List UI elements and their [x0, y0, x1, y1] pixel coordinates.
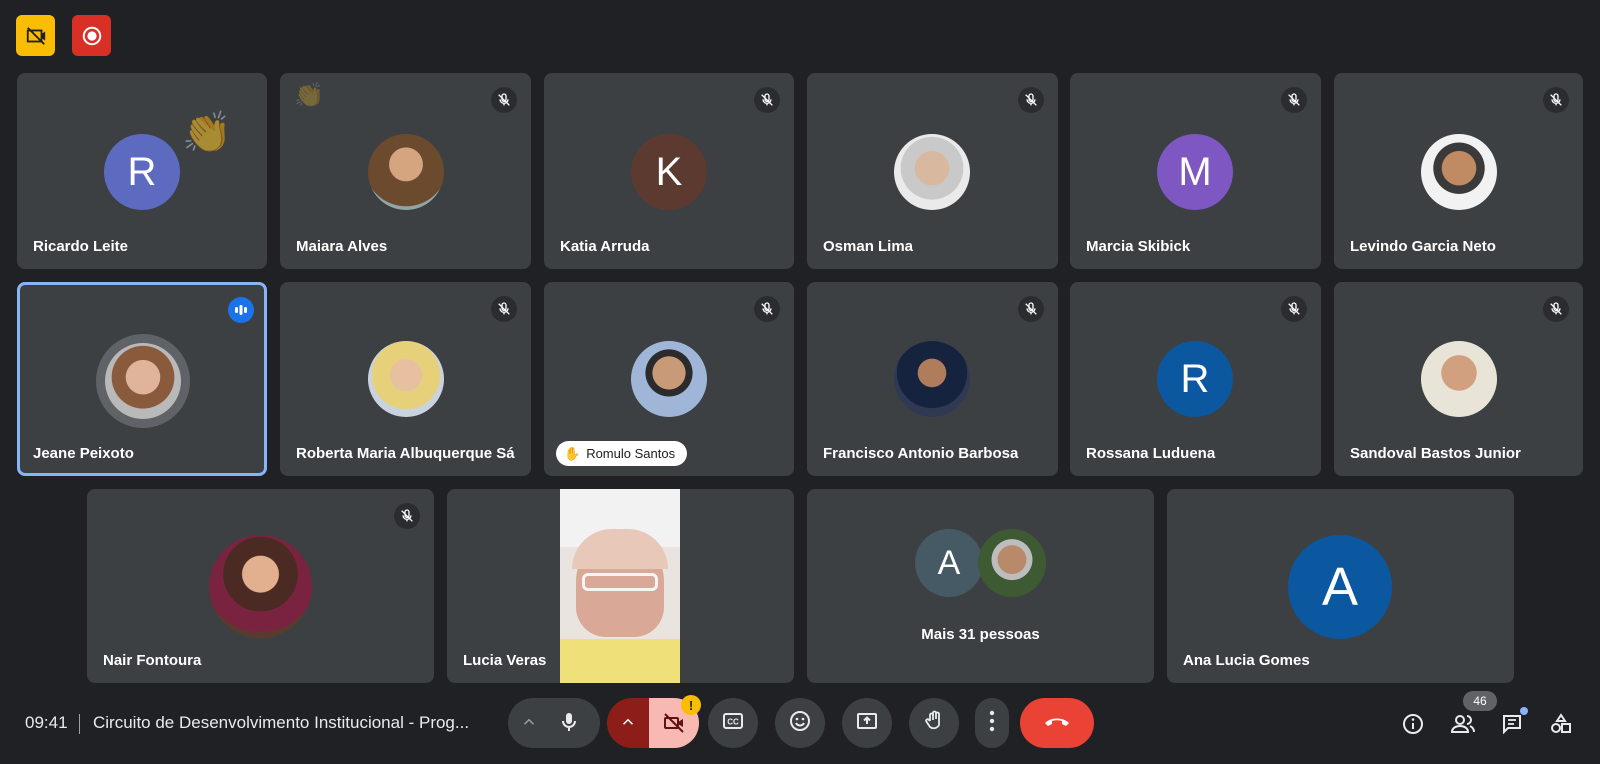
more-options-button[interactable] — [975, 698, 1009, 748]
participant-name: Maiara Alves — [296, 238, 388, 255]
meeting-clock: 09:41 — [25, 713, 68, 732]
more-participants-tile[interactable]: A Mais 31 pessoas — [807, 489, 1154, 683]
raised-hand-name-pill: ✋ Romulo Santos — [556, 441, 688, 466]
participant-tile[interactable]: Osman Lima — [807, 73, 1058, 269]
avatar: R — [104, 134, 180, 210]
raise-hand-icon — [922, 709, 946, 738]
raise-hand-icon: ✋ — [564, 445, 581, 461]
present-screen-icon — [855, 709, 879, 738]
avatar: A — [915, 529, 983, 597]
chat-notification-dot — [1520, 707, 1528, 715]
avatar — [1421, 341, 1497, 417]
speaking-indicator-icon — [228, 297, 254, 323]
mic-off-icon — [1543, 296, 1569, 322]
participant-video-tile[interactable]: Lucia Veras — [447, 489, 794, 683]
participant-name: Marcia Skibick — [1086, 238, 1191, 255]
mic-off-icon — [1543, 87, 1569, 113]
captions-button[interactable]: CC — [708, 698, 758, 748]
clapping-hands-icon: 👏 — [182, 111, 232, 155]
participant-name: Osman Lima — [823, 238, 914, 255]
emoji-button[interactable] — [775, 698, 825, 748]
avatar: A — [1288, 535, 1392, 639]
participant-tile[interactable]: Roberta Maria Albuquerque Sá — [280, 282, 531, 476]
participant-tile[interactable]: Francisco Antonio Barbosa — [807, 282, 1058, 476]
chat-icon[interactable] — [1497, 707, 1528, 739]
participant-tile[interactable]: M Marcia Skibick — [1070, 73, 1321, 269]
participant-name: Katia Arruda — [560, 238, 650, 255]
raise-hand-button[interactable] — [909, 698, 959, 748]
avatar — [368, 134, 444, 210]
avatar: M — [1157, 134, 1233, 210]
no-video-badge-icon[interactable] — [16, 15, 55, 56]
mic-off-icon — [1281, 87, 1307, 113]
mic-off-icon — [1281, 296, 1307, 322]
recording-icon[interactable] — [72, 15, 111, 56]
mic-off-icon — [394, 503, 420, 529]
mic-off-icon — [1018, 87, 1044, 113]
participant-name: Ricardo Leite — [33, 238, 129, 255]
participant-tile[interactable]: 👏 Maiara Alves — [280, 73, 531, 269]
mic-group — [508, 698, 600, 748]
avatar: R — [1157, 341, 1233, 417]
participant-name: Sandoval Bastos Junior — [1350, 445, 1521, 462]
participant-tile[interactable]: ✋ Romulo Santos — [544, 282, 794, 476]
participant-name: Lucia Veras — [463, 652, 547, 669]
end-call-button[interactable] — [1020, 698, 1094, 748]
participant-name: Romulo Santos — [586, 446, 676, 461]
end-call-icon — [1043, 714, 1071, 733]
avatar — [894, 341, 970, 417]
participant-name: Jeane Peixoto — [33, 445, 134, 462]
avatar — [368, 341, 444, 417]
mic-off-icon — [1018, 296, 1044, 322]
more-options-icon — [989, 710, 995, 737]
participant-count-badge: 46 — [1463, 691, 1497, 711]
participant-name: Rossana Luduena — [1086, 445, 1216, 462]
avatar — [978, 529, 1046, 597]
avatar — [105, 343, 181, 419]
warning-icon: ! — [681, 695, 701, 715]
mic-off-icon — [754, 296, 780, 322]
participant-tile[interactable]: R 👏 Ricardo Leite — [17, 73, 267, 269]
present-button[interactable] — [842, 698, 892, 748]
participant-name: Roberta Maria Albuquerque Sá — [296, 445, 515, 462]
meeting-controls-bar: 09:41 Circuito de Desenvolvimento Instit… — [0, 691, 1600, 750]
meeting-title: Circuito de Desenvolvimento Instituciona… — [93, 713, 470, 732]
people-icon[interactable] — [1448, 709, 1478, 739]
participant-tile-active-speaker[interactable]: Jeane Peixoto — [17, 282, 267, 476]
participant-name: Levindo Garcia Neto — [1350, 238, 1496, 255]
svg-text:CC: CC — [727, 717, 739, 726]
avatar — [631, 341, 707, 417]
emoji-icon — [788, 709, 812, 738]
more-participants-label: Mais 31 pessoas — [921, 626, 1040, 643]
participant-video — [560, 489, 680, 683]
avatar — [209, 535, 312, 638]
more-audio-options-icon[interactable] — [520, 713, 538, 736]
participant-tile[interactable]: Sandoval Bastos Junior — [1334, 282, 1583, 476]
avatar — [894, 134, 970, 210]
captions-icon: CC — [721, 709, 745, 738]
clapping-hands-icon: 👏 — [294, 82, 324, 109]
mic-off-icon — [491, 296, 517, 322]
microphone-icon[interactable] — [557, 710, 581, 739]
avatar: K — [631, 134, 707, 210]
participant-tile[interactable]: Nair Fontoura — [87, 489, 434, 683]
more-video-options-icon[interactable] — [619, 713, 637, 736]
meeting-info-icon[interactable] — [1398, 709, 1428, 739]
participant-name: Nair Fontoura — [103, 652, 202, 669]
avatar — [1421, 134, 1497, 210]
participant-name: Ana Lucia Gomes — [1183, 652, 1310, 669]
participant-tile[interactable]: A Ana Lucia Gomes — [1167, 489, 1514, 683]
participant-tile[interactable]: R Rossana Luduena — [1070, 282, 1321, 476]
activities-icon[interactable] — [1546, 709, 1576, 739]
top-status-badges — [16, 15, 111, 56]
divider — [79, 714, 80, 734]
participant-name: Francisco Antonio Barbosa — [823, 445, 1019, 462]
mic-off-icon — [754, 87, 780, 113]
participant-tile[interactable]: Levindo Garcia Neto — [1334, 73, 1583, 269]
mic-off-icon — [491, 87, 517, 113]
participant-tile[interactable]: K Katia Arruda — [544, 73, 794, 269]
